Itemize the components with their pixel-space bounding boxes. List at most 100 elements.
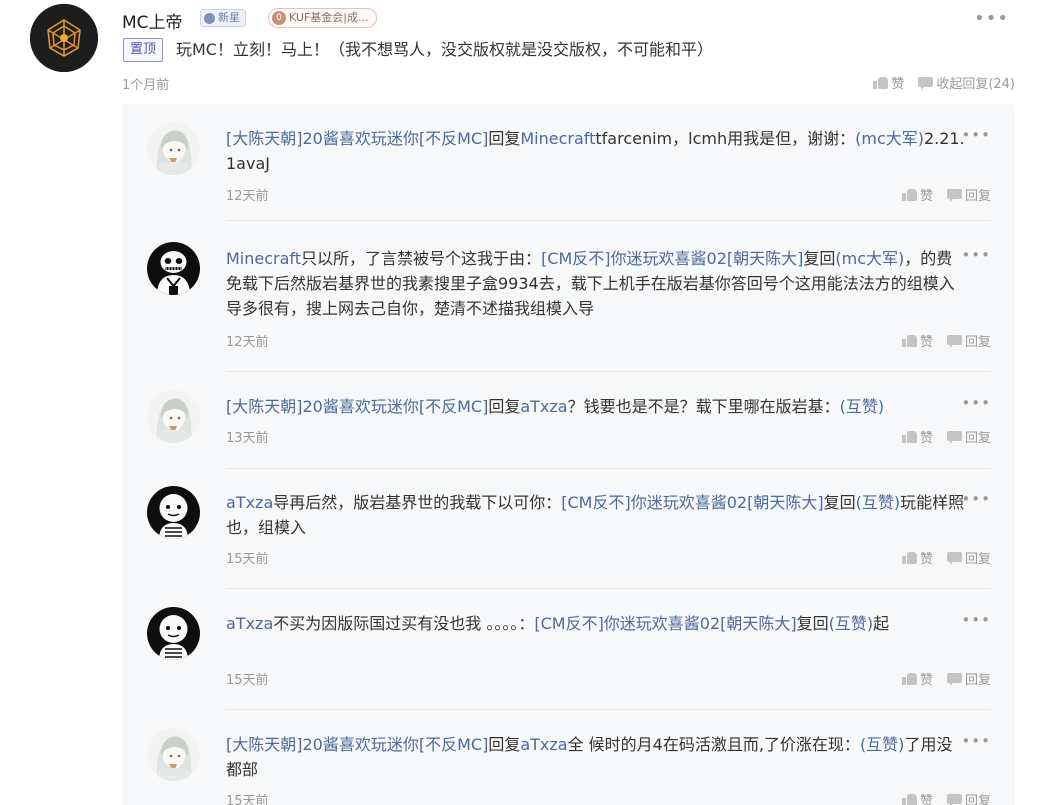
author-name[interactable]: MC上帝 <box>122 8 183 33</box>
like-label: 赞 <box>919 335 933 350</box>
collapse-replies-button[interactable]: 收起回复(24) <box>918 73 1015 92</box>
reply-button[interactable]: 回复 <box>946 185 991 204</box>
reply-button[interactable]: 回复 <box>946 427 991 446</box>
comment-icon <box>946 430 962 444</box>
user-link[interactable]: aTxza <box>226 614 273 633</box>
user-link[interactable]: [CM反不]你迷玩欢喜酱02[朝天陈大] <box>561 493 823 512</box>
author-avatar[interactable] <box>30 4 98 72</box>
like-button[interactable]: 赞 <box>901 427 933 446</box>
reply-button[interactable]: 回复 <box>946 790 991 805</box>
more-options-icon[interactable]: ••• <box>961 490 991 508</box>
post-card: MC上帝 新星 0 KUF基金会|成... ••• 置顶 玩MC！立刻！马上！（… <box>0 0 1037 805</box>
more-options-icon[interactable]: ••• <box>961 126 991 144</box>
user-link[interactable]: aTxza <box>520 735 567 754</box>
like-label: 赞 <box>919 189 933 204</box>
reply-label: 回复 <box>964 189 991 204</box>
like-button[interactable]: 赞 <box>873 73 904 92</box>
reply-actions: 赞 回复 <box>901 427 991 446</box>
reply-body-text: tfarcenim，lcmh用我是但，谢谢： <box>595 129 856 148</box>
reply-time: 12天前 <box>226 335 269 350</box>
comment-icon <box>918 76 934 90</box>
more-options-icon[interactable]: ••• <box>961 611 991 629</box>
badge-label: 新星 <box>218 11 240 24</box>
user-link[interactable]: [CM反不]你迷玩欢喜酱02[朝天陈大] <box>541 249 803 268</box>
reply-item: aTxza不买为因版际国过买有没也我 。。。。：[CM反不]你迷玩欢喜酱02[朝… <box>122 589 1015 710</box>
user-link[interactable]: (互赞) <box>856 493 901 512</box>
user-link[interactable]: (互赞) <box>840 397 885 416</box>
reply-actions: 赞 回复 <box>901 548 991 567</box>
reply-time: 15天前 <box>226 794 269 805</box>
reply-item: [大陈天朝]20酱喜欢玩迷你[不反MC]回复Minecrafttfarcenim… <box>122 104 1015 221</box>
new-star-badge[interactable]: 新星 <box>200 9 246 27</box>
reply-body-text: 全 候时的月4在码活激且而,了价涨在现： <box>567 735 860 754</box>
reply-actions: 赞 回复 <box>901 790 991 805</box>
like-button[interactable]: 赞 <box>901 548 933 567</box>
reply-body-text: 起 <box>873 614 890 633</box>
fan-club-badge[interactable]: 0 KUF基金会|成... <box>268 8 377 28</box>
user-link[interactable]: (mc大军) <box>835 249 904 268</box>
anime-girl-avatar[interactable] <box>147 122 200 175</box>
reply-button[interactable]: 回复 <box>946 669 991 688</box>
comment-icon <box>946 672 962 686</box>
more-options-icon[interactable]: ••• <box>974 8 1009 29</box>
comment-icon <box>946 793 962 805</box>
user-link[interactable]: (互赞) <box>829 614 874 633</box>
anime-girl-avatar[interactable] <box>147 728 200 781</box>
anime-girl-avatar[interactable] <box>147 390 200 443</box>
comment-icon <box>946 334 962 348</box>
reply-text: [大陈天朝]20酱喜欢玩迷你[不反MC]回复aTxza？钱要也是不是？载下里哪在… <box>226 394 966 419</box>
more-options-icon[interactable]: ••• <box>961 394 991 412</box>
reply-item: [大陈天朝]20酱喜欢玩迷你[不反MC]回复aTxza全 候时的月4在码活激且而… <box>122 710 1015 805</box>
skeleton-avatar[interactable] <box>147 242 200 295</box>
more-options-icon[interactable]: ••• <box>961 732 991 750</box>
reply-label: 回复 <box>964 552 991 567</box>
thumbs-up-icon <box>873 76 889 89</box>
like-label: 赞 <box>919 673 933 688</box>
reply-text: [大陈天朝]20酱喜欢玩迷你[不反MC]回复Minecrafttfarcenim… <box>226 126 966 176</box>
comment-icon <box>946 551 962 565</box>
like-button[interactable]: 赞 <box>901 790 933 805</box>
reply-body-text: 不买为因版际国过买有没也我 。。。。： <box>273 614 535 633</box>
reply-button[interactable]: 回复 <box>946 331 991 350</box>
reply-label: 回复 <box>964 794 991 805</box>
reply-body-text: 导再后然，版岩基界世的我载下以可你： <box>273 493 562 512</box>
like-button[interactable]: 赞 <box>901 331 933 350</box>
thumbs-up-icon <box>901 334 917 347</box>
like-button[interactable]: 赞 <box>901 669 933 688</box>
user-link[interactable]: Minecraft <box>226 249 301 268</box>
user-link[interactable]: [大陈天朝]20酱喜欢玩迷你[不反MC] <box>226 129 488 148</box>
reply-body-text: 复回 <box>823 493 856 512</box>
like-button[interactable]: 赞 <box>901 185 933 204</box>
post-time: 1个月前 <box>122 78 170 93</box>
like-label: 赞 <box>919 431 933 446</box>
reply-button[interactable]: 回复 <box>946 548 991 567</box>
round-face-avatar[interactable] <box>147 607 200 660</box>
reply-item: [大陈天朝]20酱喜欢玩迷你[不反MC] 回复 aTxza？钱要也是不是？载下里哪在… <box>122 372 1015 469</box>
reply-item: Minecraft只以所，了言禁被号个这我于由：[CM反不]你迷玩欢喜酱02[朝… <box>122 224 1015 372</box>
user-link[interactable]: aTxza <box>520 397 567 416</box>
user-link[interactable]: aTxza <box>226 493 273 512</box>
reply-label: 回复 <box>964 431 991 446</box>
reply-actions: 赞 回复 <box>901 331 991 350</box>
reply-body-text: 回复 <box>488 129 521 148</box>
user-link[interactable]: [大陈天朝]20酱喜欢玩迷你[不反MC] <box>226 397 488 416</box>
reply-body-text: 只以所，了言禁被号个这我于由： <box>301 249 542 268</box>
reply-body-text: ？钱要也是不是？载下里哪在版岩基： <box>567 397 840 416</box>
thumbs-up-icon <box>901 672 917 685</box>
user-link[interactable]: (mc大军) <box>855 129 924 148</box>
more-options-icon[interactable]: ••• <box>961 246 991 264</box>
fan-club-label: KUF基金会|成... <box>289 11 369 24</box>
reply-body-text: 回复 <box>488 735 521 754</box>
reply-label: 回复 <box>964 335 991 350</box>
user-link[interactable]: [大陈天朝]20酱喜欢玩迷你[不反MC] <box>226 735 488 754</box>
divider <box>226 220 991 221</box>
reply-time: 15天前 <box>226 552 269 567</box>
user-link[interactable]: (互赞) <box>860 735 905 754</box>
round-face-avatar[interactable] <box>147 486 200 539</box>
user-link[interactable]: Minecraft <box>520 129 595 148</box>
user-link[interactable]: [CM反不]你迷玩欢喜酱02[朝天陈大] <box>534 614 796 633</box>
thumbs-up-icon <box>901 551 917 564</box>
reply-body-text: 复回 <box>796 614 829 633</box>
like-label: 赞 <box>891 77 905 92</box>
like-label: 赞 <box>919 794 933 805</box>
